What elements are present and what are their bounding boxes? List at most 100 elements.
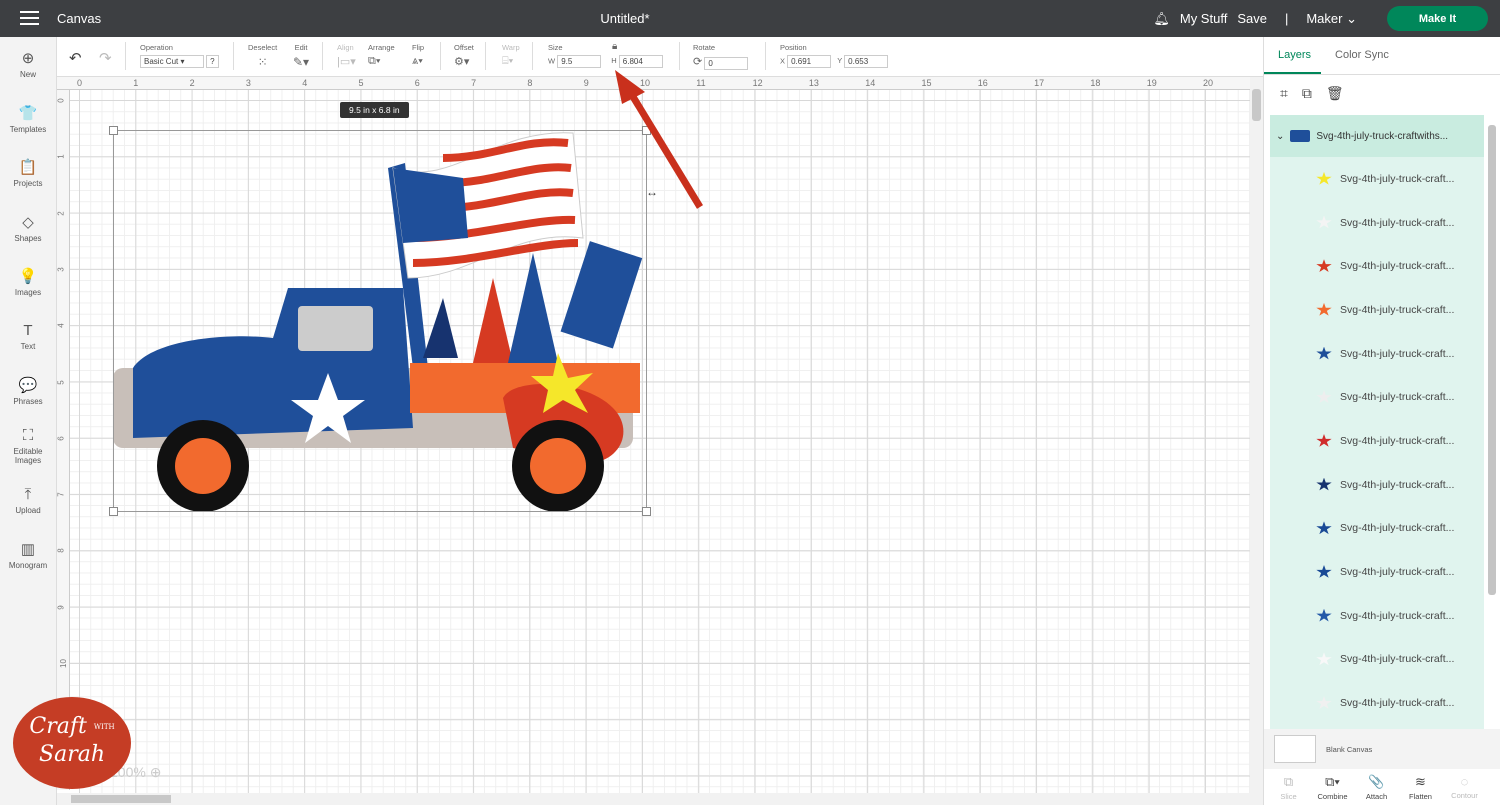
flatten-button[interactable]: ≋ Flatten: [1401, 769, 1440, 805]
operation-label: Operation: [140, 43, 173, 52]
sidebar-item-upload[interactable]: ⤒ Upload: [0, 473, 56, 528]
combine-button[interactable]: ⧉▾ Combine: [1313, 769, 1352, 805]
align-icon[interactable]: |▭▾: [337, 56, 356, 68]
make-it-button[interactable]: Make It: [1387, 6, 1488, 31]
offset-label: Offset: [454, 43, 474, 52]
ruler-tick-label: 0: [77, 78, 83, 88]
horizontal-scrollbar[interactable]: [57, 793, 1263, 805]
layer-name: Svg-4th-july-truck-craft...: [1340, 172, 1455, 185]
help-button[interactable]: ?: [206, 55, 219, 68]
sidebar-item-phrases[interactable]: 💬 Phrases: [0, 364, 56, 419]
layer-item[interactable]: Svg-4th-july-truck-craft...: [1270, 419, 1484, 463]
divider: |: [1284, 11, 1289, 26]
selection-box[interactable]: ↔: [109, 126, 658, 516]
save-button[interactable]: Save: [1237, 11, 1267, 26]
sidebar-item-monogram[interactable]: ▥ Monogram: [0, 528, 56, 583]
height-input[interactable]: 6.804: [618, 55, 663, 68]
redo-icon[interactable]: ↷: [99, 49, 112, 67]
sidebar-item-projects[interactable]: 📋 Projects: [0, 146, 56, 201]
delete-icon[interactable]: 🗑︎: [1326, 85, 1344, 111]
offset-icon[interactable]: ⚙▾: [454, 56, 469, 68]
bell-icon[interactable]: 🔔︎: [1153, 11, 1170, 27]
layer-item[interactable]: Svg-4th-july-truck-craft...: [1270, 157, 1484, 201]
group-name: Svg-4th-july-truck-craftwiths...: [1316, 130, 1449, 142]
ruler-tick-label: 2: [56, 210, 66, 216]
rotate-input[interactable]: 0: [704, 56, 749, 70]
chevron-down-icon[interactable]: ⌄: [1276, 131, 1284, 142]
deselect-label: Deselect: [248, 43, 278, 52]
sidebar-item-label: Phrases: [13, 397, 43, 407]
tab-layers[interactable]: Layers: [1264, 37, 1322, 74]
sidebar-item-editable-images[interactable]: ⛶ Editable Images: [0, 419, 56, 474]
sidebar-item-templates[interactable]: 👕 Templates: [0, 92, 56, 147]
layer-item[interactable]: Svg-4th-july-truck-craft...: [1270, 594, 1484, 638]
deselect-icon[interactable]: ⁙: [258, 55, 268, 69]
attach-button[interactable]: 📎 Attach: [1357, 769, 1396, 805]
sidebar-item-shapes[interactable]: ◇ Shapes: [0, 201, 56, 256]
layer-item[interactable]: Svg-4th-july-truck-craft...: [1270, 550, 1484, 594]
layer-thumbnail-icon: [1316, 477, 1332, 491]
contour-button[interactable]: ◌ Contour: [1445, 769, 1484, 805]
ruler-tick-label: 3: [245, 78, 251, 88]
arrange-icon[interactable]: ⧉▾: [368, 55, 380, 67]
layer-name: Svg-4th-july-truck-craft...: [1340, 478, 1455, 491]
ruler-tick-label: 5: [358, 78, 364, 88]
shapes-icon: ◇: [22, 213, 34, 231]
layer-name: Svg-4th-july-truck-craft...: [1340, 303, 1455, 316]
layer-item[interactable]: Svg-4th-july-truck-craft...: [1270, 681, 1484, 725]
operation-select[interactable]: Basic Cut ▾: [140, 55, 204, 68]
chevron-down-icon: ⌄: [1346, 10, 1357, 26]
layer-item[interactable]: Svg-4th-july-truck-craft...: [1270, 201, 1484, 245]
warp-icon[interactable]: ⌸▾: [502, 55, 513, 67]
x-input[interactable]: 0.691: [787, 55, 832, 68]
ruler-tick-label: 6: [414, 78, 420, 88]
layer-thumbnail-icon: [1316, 521, 1332, 535]
resize-handle[interactable]: [642, 507, 651, 516]
ruler-tick-label: 4: [302, 78, 308, 88]
flip-icon[interactable]: ⩓▾: [412, 55, 423, 67]
new-icon: ⊕: [21, 50, 35, 68]
sidebar-item-label: Editable Images: [13, 446, 43, 465]
lock-icon[interactable]: 🔒︎: [612, 41, 617, 52]
resize-handle[interactable]: [109, 126, 118, 135]
zoom-in-icon[interactable]: ⊕: [150, 764, 162, 780]
layer-item[interactable]: Svg-4th-july-truck-craft...: [1270, 288, 1484, 332]
pencil-icon[interactable]: ✎▾: [293, 55, 309, 69]
panel-scrollbar[interactable]: [1488, 125, 1496, 595]
y-input[interactable]: 0.653: [844, 55, 889, 68]
slice-button[interactable]: ⧉ Slice: [1269, 769, 1308, 805]
blank-canvas-swatch[interactable]: [1274, 735, 1316, 763]
y-label: Y: [837, 56, 843, 66]
resize-arrows-icon[interactable]: ↔: [646, 185, 658, 199]
layer-item[interactable]: Svg-4th-july-truck-craft...: [1270, 332, 1484, 376]
group-icon[interactable]: ⌗: [1280, 85, 1288, 111]
vertical-scrollbar[interactable]: [1250, 77, 1263, 793]
layer-item[interactable]: Svg-4th-july-truck-craft...: [1270, 375, 1484, 419]
undo-icon[interactable]: ↶: [69, 49, 82, 67]
width-input[interactable]: 9.5: [557, 55, 602, 68]
sidebar-item-text[interactable]: T Text: [0, 310, 56, 365]
layer-item[interactable]: Svg-4th-july-truck-craft...: [1270, 507, 1484, 551]
tool-label: Attach: [1365, 792, 1388, 801]
resize-handle[interactable]: [642, 126, 651, 135]
ruler-tick-label: 8: [56, 548, 66, 554]
layer-item[interactable]: Svg-4th-july-truck-craft...: [1270, 463, 1484, 507]
duplicate-icon[interactable]: ⧉: [1302, 85, 1312, 111]
sidebar-item-label: Monogram: [8, 560, 48, 570]
layer-item[interactable]: Svg-4th-july-truck-craft...: [1270, 244, 1484, 288]
blank-canvas-row[interactable]: Blank Canvas: [1264, 729, 1500, 769]
resize-handle[interactable]: [109, 507, 118, 516]
templates-icon: 👕: [18, 104, 38, 122]
layers-panel: Layers Color Sync ⌗ ⧉ 🗑︎ ⌄ Svg-4th-july-…: [1263, 37, 1500, 805]
ruler-tick-label: 9: [583, 78, 589, 88]
layer-item[interactable]: Svg-4th-july-truck-craft...: [1270, 638, 1484, 682]
machine-select[interactable]: Maker ⌄: [1306, 11, 1357, 27]
sidebar-item-new[interactable]: ⊕ New: [0, 37, 56, 92]
tool-label: Flatten: [1409, 792, 1432, 801]
layer-group[interactable]: ⌄ Svg-4th-july-truck-craftwiths...: [1270, 115, 1484, 157]
tab-color-sync[interactable]: Color Sync: [1321, 37, 1399, 74]
my-stuff-link[interactable]: My Stuff: [1180, 11, 1227, 26]
ruler-tick-label: 0: [56, 98, 66, 103]
operation-value: Basic Cut: [144, 57, 179, 66]
sidebar-item-images[interactable]: 💡 Images: [0, 255, 56, 310]
